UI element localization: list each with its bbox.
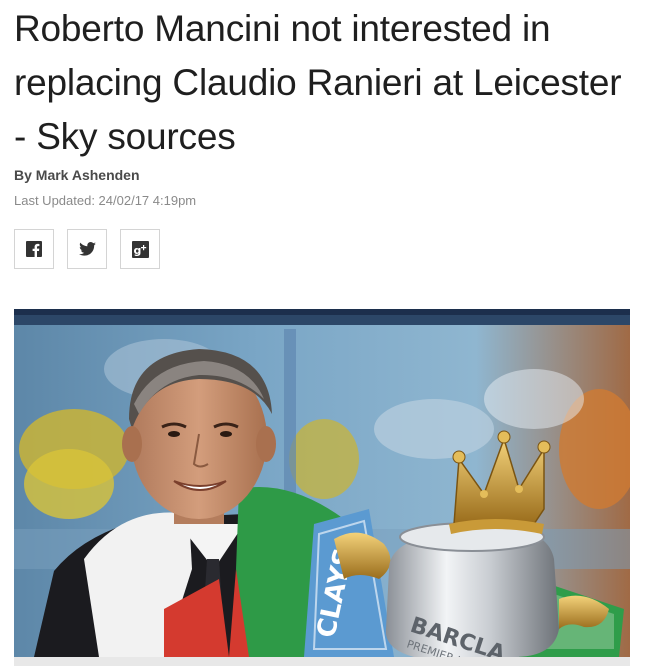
facebook-icon: [26, 241, 42, 257]
author-byline: By Mark Ashenden: [14, 167, 140, 183]
twitter-icon: [78, 242, 96, 256]
share-googleplus-button[interactable]: g: [120, 229, 160, 269]
article-headline: Roberto Mancini not interested in replac…: [14, 8, 622, 157]
share-facebook-button[interactable]: [14, 229, 54, 269]
share-twitter-button[interactable]: [67, 229, 107, 269]
google-plus-icon: g: [131, 240, 149, 258]
hero-photo: CLAYS BARCLA PREMIER LE: [14, 309, 630, 657]
image-bottom-strip: [14, 657, 630, 666]
svg-text:g: g: [133, 244, 141, 257]
article-hero-image: CLAYS BARCLA PREMIER LE: [14, 309, 630, 657]
last-updated: Last Updated: 24/02/17 4:19pm: [14, 193, 197, 208]
